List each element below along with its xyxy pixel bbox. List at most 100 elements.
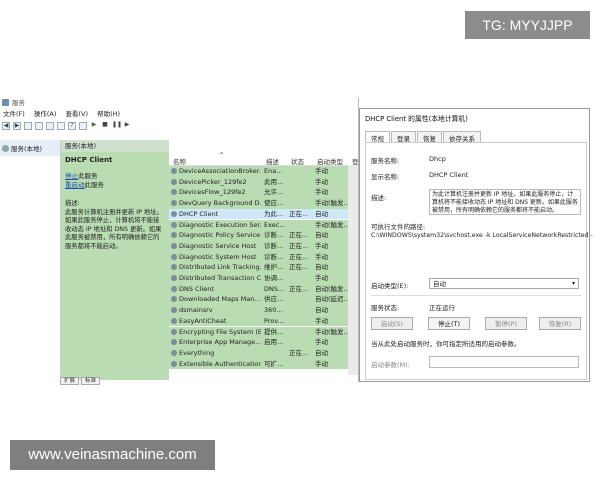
table-row[interactable]: DHCP Client为此...正在...自动本 bbox=[169, 208, 358, 220]
export-icon[interactable] bbox=[57, 122, 65, 130]
service-name-cell: DevicePicker_129fe2 bbox=[171, 177, 261, 188]
scrollbar[interactable] bbox=[348, 165, 358, 375]
stop-link-suffix: 此服务 bbox=[78, 172, 98, 180]
table-row[interactable]: Diagnostic System Host诊断...正在...手动本 bbox=[169, 251, 358, 263]
status-cell: 正在... bbox=[289, 241, 309, 250]
service-name-cell: dsmainsrv bbox=[171, 305, 261, 316]
service-name-cell: Extensible Authentication... bbox=[171, 359, 261, 370]
description-pane: 服务(本地) DHCP Client 停止此服务 重启动此服务 描述: 此服务计… bbox=[61, 140, 169, 380]
stop-button[interactable]: 停止(T) bbox=[428, 317, 470, 330]
gear-icon bbox=[171, 264, 177, 271]
help-icon[interactable]: ? bbox=[68, 122, 76, 130]
description-cell: 诊断... bbox=[264, 231, 284, 240]
start-params-label: 启动参数(M): bbox=[371, 361, 410, 369]
table-row[interactable]: Diagnostic Policy Service诊断...正在...自动本 bbox=[169, 230, 358, 241]
service-name-text: DevicesFlow_129fe2 bbox=[179, 188, 246, 197]
console-tree-icon[interactable] bbox=[24, 122, 32, 130]
service-name-cell: DevQuery Background D... bbox=[171, 198, 261, 209]
table-row[interactable]: DeviceAssociationBroker...Ena...手动本 bbox=[169, 166, 358, 177]
startup-type-cell: 手动 bbox=[315, 241, 328, 250]
service-name-cell: EasyAntiCheat bbox=[171, 316, 261, 327]
table-row[interactable]: DevicesFlow_129fe2允许...手动本 bbox=[169, 187, 358, 199]
nav-item-services-local[interactable]: 服务(本地) bbox=[0, 140, 60, 156]
tab-recovery[interactable]: 恢复 bbox=[417, 131, 442, 143]
resume-button[interactable]: 恢复(R) bbox=[539, 317, 581, 330]
startup-type-cell: 手动(触发... bbox=[315, 327, 349, 336]
table-row[interactable]: Enterprise App Manage...启用...手动本 bbox=[169, 337, 358, 348]
menubar: 文件(F) 操作(A) 查看(V) 帮助(H) bbox=[0, 109, 358, 120]
service-name-cell: DeviceAssociationBroker... bbox=[171, 166, 261, 177]
column-name[interactable]: 名称 bbox=[173, 156, 186, 166]
description-cell: 诊断... bbox=[264, 252, 284, 261]
start-service-icon[interactable]: ▶ bbox=[90, 122, 98, 130]
startup-type-cell: 手动 bbox=[315, 274, 328, 282]
column-status[interactable]: 状态 bbox=[291, 156, 304, 166]
gear-icon bbox=[171, 210, 177, 217]
status-cell: 正在... bbox=[289, 252, 309, 261]
table-row[interactable]: DNS ClientDNS...正在...自动(触发...网 bbox=[169, 283, 358, 295]
table-row[interactable]: EasyAntiCheatProv...手动本 bbox=[169, 315, 358, 327]
restart-service-icon[interactable]: ▶ bbox=[123, 122, 131, 130]
startup-type-cell: 手动(触发... bbox=[315, 199, 349, 208]
service-actions: 停止此服务 重启动此服务 bbox=[61, 164, 169, 190]
description-cell: 为此... bbox=[264, 209, 284, 218]
dialog-description-label: 描述: bbox=[371, 194, 387, 202]
pause-service-icon[interactable]: ❚❚ bbox=[112, 122, 122, 130]
column-description[interactable]: 描述 bbox=[266, 156, 279, 166]
pause-button[interactable]: 暂停(P) bbox=[485, 317, 527, 330]
start-params-input[interactable] bbox=[429, 356, 579, 368]
service-name-value: Dhcp bbox=[429, 155, 446, 163]
gear-icon bbox=[171, 307, 177, 314]
refresh-icon[interactable] bbox=[46, 122, 54, 130]
service-status-value: 正在运行 bbox=[429, 304, 455, 312]
stop-link[interactable]: 停止 bbox=[65, 172, 78, 180]
tab-general[interactable]: 常规 bbox=[365, 131, 390, 143]
dialog-description-box[interactable]: 为此计算机注册并更新 IP 地址。如果此服务停止，计算机将不能接收动态 IP 地… bbox=[429, 189, 581, 215]
table-row[interactable]: Encrypting File System (E... 提供... 手动(触发..… bbox=[169, 326, 358, 338]
tab-standard[interactable]: 标准 bbox=[81, 377, 101, 385]
table-row[interactable]: Downloaded Maps Man...供应...自动(延迟...网 bbox=[169, 294, 358, 306]
chevron-down-icon: ▾ bbox=[571, 280, 575, 287]
back-icon[interactable]: ◀ bbox=[2, 122, 10, 130]
table-row[interactable]: Distributed Link Tracking... 维护... 正在... 自动… bbox=[169, 262, 358, 273]
properties-icon[interactable] bbox=[79, 122, 87, 130]
startup-type-cell: 手动 bbox=[315, 252, 328, 261]
stop-service-icon[interactable]: ■ bbox=[101, 122, 109, 130]
gear-icon bbox=[171, 221, 177, 228]
description-cell: 此用... bbox=[264, 177, 284, 186]
restart-link[interactable]: 重启动 bbox=[65, 181, 85, 189]
start-button[interactable]: 启动(S) bbox=[371, 317, 413, 330]
dialog-tabs: 常规 登录 恢复 依存关系 bbox=[365, 131, 482, 143]
startup-type-cell: 手动 bbox=[315, 167, 328, 175]
description-cell: 提供... bbox=[264, 327, 284, 336]
startup-type-cell: 手动 bbox=[315, 359, 328, 368]
tab-logon[interactable]: 登录 bbox=[391, 131, 416, 143]
table-row[interactable]: Diagnostic Service Host诊断...正在...手动本 bbox=[169, 240, 358, 252]
table-row[interactable]: Everything正在...自动本 bbox=[169, 347, 358, 359]
forward-icon[interactable]: ▶ bbox=[13, 122, 21, 130]
menu-file[interactable]: 文件(F) bbox=[3, 110, 25, 118]
description-label: 描述: bbox=[65, 200, 80, 207]
tab-dependencies[interactable]: 依存关系 bbox=[443, 131, 481, 143]
table-row[interactable]: DevQuery Background D...使应...手动(触发...本 bbox=[169, 198, 358, 209]
column-startup-type[interactable]: 启动类型 bbox=[317, 156, 343, 166]
table-row[interactable]: Extensible Authentication...可扩...手动本 bbox=[169, 358, 358, 370]
menu-view[interactable]: 查看(V) bbox=[66, 110, 89, 118]
table-row[interactable]: dsmainsrv360...自动本 bbox=[169, 305, 358, 316]
table-row[interactable]: Diagnostic Execution Ser... Exec... 手动(触发.… bbox=[169, 219, 358, 231]
table-row[interactable]: Distributed Transaction C...协调...手动网 bbox=[169, 273, 358, 284]
menu-help[interactable]: 帮助(H) bbox=[97, 110, 120, 118]
tab-extended[interactable]: 扩展 bbox=[60, 377, 80, 385]
service-name-cell: Diagnostic System Host bbox=[171, 252, 261, 263]
table-row[interactable]: DevicePicker_129fe2此用...手动本 bbox=[169, 176, 358, 188]
description-text: 此服务计算机注册并更新 IP 地址。如果此服务停止，计算机将不能接收动态 IP … bbox=[65, 208, 163, 250]
description-cell: 诊断... bbox=[264, 241, 284, 250]
service-name-text: Extensible Authentication... bbox=[179, 359, 261, 368]
list-view-icon[interactable] bbox=[35, 122, 43, 130]
startup-type-cell: 自动(触发... bbox=[315, 284, 349, 293]
startup-type-select[interactable]: 自动 ▾ bbox=[429, 278, 579, 289]
startup-type-cell: 自动 bbox=[315, 231, 328, 240]
service-name-cell: DevicesFlow_129fe2 bbox=[171, 187, 261, 198]
service-name-text: DevQuery Background D... bbox=[179, 199, 261, 208]
menu-action[interactable]: 操作(A) bbox=[34, 110, 57, 118]
